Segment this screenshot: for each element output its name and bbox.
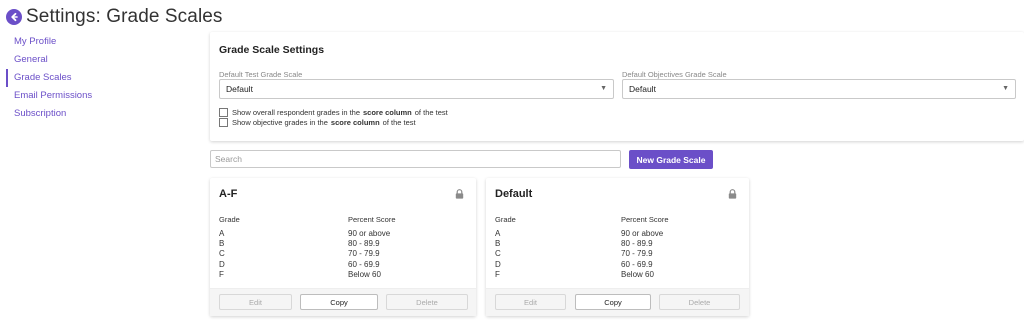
lock-icon xyxy=(455,186,464,204)
search-input[interactable] xyxy=(210,150,621,168)
sidebar-item-grade-scales[interactable]: Grade Scales xyxy=(6,69,196,87)
grade-cell: A xyxy=(219,229,225,238)
percent-cell: 70 - 79.9 xyxy=(348,249,380,259)
check1-text-post: of the test xyxy=(414,108,448,117)
grade-cell: B xyxy=(219,239,225,249)
default-objectives-select-value: Default xyxy=(629,84,656,94)
settings-panel-title: Grade Scale Settings xyxy=(219,44,325,56)
grade-rows: A 90 or above B 80 - 89.9 C 70 - 79.9 D 60 -… xyxy=(486,229,749,280)
grade-rows: A 90 or above B 80 - 89.9 C 70 - 79.9 D 60 -… xyxy=(210,229,476,280)
copy-button[interactable]: Copy xyxy=(300,294,378,310)
percent-column-header: Percent Score xyxy=(621,215,669,224)
grade-row: C 70 - 79.9 xyxy=(486,249,749,259)
grade-cell: C xyxy=(495,249,501,259)
percent-cell: Below 60 xyxy=(348,269,381,279)
grade-row: C 70 - 79.9 xyxy=(210,249,476,259)
grade-scale-settings-panel: Grade Scale Settings Default Test Grade … xyxy=(210,32,1024,141)
percent-cell: 80 - 89.9 xyxy=(348,239,380,249)
percent-cell: 90 or above xyxy=(621,229,664,238)
grade-row: B 80 - 89.9 xyxy=(486,239,749,249)
sidebar-nav: My Profile General Grade Scales Email Pe… xyxy=(6,33,196,123)
delete-button[interactable]: Delete xyxy=(659,294,740,310)
check2-text: Show objective grades in the xyxy=(232,118,328,127)
card-footer: Edit Copy Delete xyxy=(210,288,476,316)
chevron-down-icon: ▼ xyxy=(600,85,607,92)
grade-row: A 90 or above xyxy=(486,229,749,239)
grade-scale-card-a-f: A-F Grade Percent Score A 90 or above B 80… xyxy=(210,178,476,316)
grade-scale-card-default: Default Grade Percent Score A 90 or above… xyxy=(486,178,749,316)
grade-column-header: Grade xyxy=(219,215,240,224)
show-objective-grades-option[interactable]: Show objective grades in the score column… xyxy=(219,118,416,127)
percent-cell: Below 60 xyxy=(621,269,654,279)
percent-column-header: Percent Score xyxy=(348,215,396,224)
card-title: A-F xyxy=(219,188,238,200)
sidebar-item-general[interactable]: General xyxy=(6,51,196,69)
lock-icon xyxy=(728,186,737,204)
default-test-select-value: Default xyxy=(226,84,253,94)
percent-cell: 80 - 89.9 xyxy=(621,239,653,249)
sidebar-item-subscription[interactable]: Subscription xyxy=(6,105,196,123)
grade-row: D 60 - 69.9 xyxy=(486,260,749,270)
page-title-rest: Grade Scales xyxy=(100,6,223,27)
grade-row: B 80 - 89.9 xyxy=(210,239,476,249)
check1-bold: score column xyxy=(363,108,412,117)
percent-cell: 90 or above xyxy=(348,229,391,238)
new-grade-scale-button[interactable]: New Grade Scale xyxy=(629,150,713,169)
default-test-select[interactable]: Default ▼ xyxy=(219,79,614,99)
card-footer: Edit Copy Delete xyxy=(486,288,749,316)
delete-button[interactable]: Delete xyxy=(386,294,468,310)
check2-bold: score column xyxy=(330,118,380,127)
chevron-down-icon: ▼ xyxy=(1002,85,1009,92)
sidebar-item-email-permissions[interactable]: Email Permissions xyxy=(6,87,196,105)
grade-row: A 90 or above xyxy=(210,229,476,239)
sidebar-item-my-profile[interactable]: My Profile xyxy=(6,33,196,51)
page-header: Settings: Grade Scales xyxy=(6,5,223,29)
edit-button[interactable]: Edit xyxy=(495,294,566,310)
percent-cell: 70 - 79.9 xyxy=(621,249,653,259)
default-test-label: Default Test Grade Scale xyxy=(219,70,303,79)
show-objective-grades-checkbox[interactable] xyxy=(219,118,228,127)
check1-text: Show overall respondent grades in the xyxy=(232,108,360,117)
grade-cell: D xyxy=(495,259,501,269)
grade-row: D 60 - 69.9 xyxy=(210,260,476,270)
default-objectives-select[interactable]: Default ▼ xyxy=(622,79,1016,99)
grade-cell: D xyxy=(219,259,225,269)
grade-row: F Below 60 xyxy=(210,270,476,280)
page-title-prefix: Settings: xyxy=(26,6,101,27)
show-overall-grades-option[interactable]: Show overall respondent grades in the sco… xyxy=(219,108,448,117)
grade-row: F Below 60 xyxy=(486,270,749,280)
percent-cell: 60 - 69.9 xyxy=(621,259,653,269)
grade-cell: A xyxy=(495,229,501,238)
grade-cell: B xyxy=(495,239,501,249)
edit-button[interactable]: Edit xyxy=(219,294,292,310)
percent-cell: 60 - 69.9 xyxy=(348,259,380,269)
copy-button[interactable]: Copy xyxy=(575,294,651,310)
page-title: Settings: Grade Scales xyxy=(26,6,223,28)
grade-cell: F xyxy=(495,269,500,279)
back-arrow-icon[interactable] xyxy=(6,9,22,25)
grade-cell: F xyxy=(219,269,224,279)
check2-text-post: of the test xyxy=(382,118,416,127)
grade-cell: C xyxy=(219,249,225,259)
card-title: Default xyxy=(495,188,533,200)
default-objectives-label: Default Objectives Grade Scale xyxy=(622,70,727,79)
grade-column-header: Grade xyxy=(495,215,516,224)
show-overall-grades-checkbox[interactable] xyxy=(219,108,228,117)
